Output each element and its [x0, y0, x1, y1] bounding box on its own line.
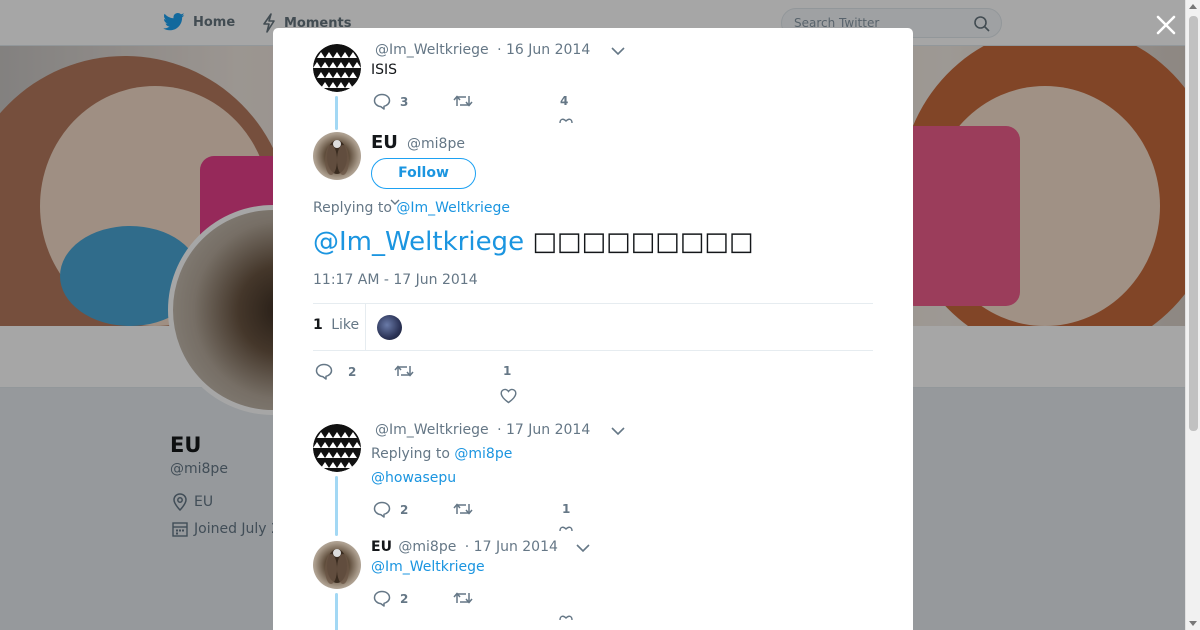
like-count: 4 — [560, 94, 569, 108]
like-icon[interactable] — [558, 612, 574, 620]
tweet-header: @Im_Weltkriege · 17 Jun 2014 — [375, 422, 590, 438]
like-count-label[interactable]: 1 — [503, 364, 511, 378]
pattern-avatar-image — [313, 44, 361, 92]
tweet-header: @Im_Weltkriege · 16 Jun 2014 — [375, 42, 590, 58]
reply-button[interactable]: 2 — [373, 501, 408, 518]
close-icon[interactable] — [1153, 12, 1179, 38]
tweet-text: ISIS — [371, 62, 398, 78]
retweet-icon — [453, 592, 473, 604]
replying-to: Replying to @mi8pe — [371, 446, 512, 462]
retweet-icon — [453, 95, 473, 107]
tweet-modal: @Im_Weltkriege · 16 Jun 2014 ISIS 3 4 EU… — [273, 28, 913, 630]
reply-count: 2 — [348, 364, 357, 379]
tweet-handle[interactable]: @Im_Weltkriege — [375, 42, 489, 58]
reply-button[interactable]: 3 — [373, 93, 408, 110]
replying-to: Replying to @Im_Weltkriege — [313, 200, 510, 216]
main-tweet-name[interactable]: EU — [371, 132, 398, 153]
replying-to-link[interactable]: @Im_Weltkriege — [396, 200, 510, 216]
tweet-text[interactable]: @howasepu — [371, 470, 456, 486]
reply-count: 2 — [400, 591, 409, 606]
tweet-handle[interactable]: @mi8pe — [398, 539, 456, 555]
likes-stat[interactable]: 1 Like — [313, 317, 359, 333]
reply-icon — [373, 590, 391, 607]
avatar[interactable] — [313, 44, 361, 92]
tweet-date[interactable]: · 16 Jun 2014 — [497, 42, 590, 58]
thread-line — [335, 476, 338, 536]
scroll-down-arrow[interactable] — [1189, 621, 1197, 626]
main-tweet-timestamp[interactable]: 11:17 AM - 17 Jun 2014 — [313, 272, 478, 288]
like-count: 1 — [503, 364, 512, 378]
reply-icon — [373, 501, 391, 518]
pattern-avatar-image — [313, 424, 361, 472]
reply-icon — [315, 363, 333, 380]
tweet-text[interactable]: @Im_Weltkriege — [371, 559, 485, 575]
avatar[interactable] — [313, 132, 361, 180]
tweet-handle[interactable]: @Im_Weltkriege — [375, 422, 489, 438]
tweet-date[interactable]: · 17 Jun 2014 — [497, 422, 590, 438]
replying-to-prefix: Replying to — [371, 446, 455, 462]
like-icon[interactable] — [558, 115, 574, 123]
main-tweet-mention[interactable]: @Im_Weltkriege — [313, 227, 524, 257]
tweet-name[interactable]: EU — [371, 539, 392, 555]
like-button[interactable]: 4 — [560, 94, 568, 108]
retweet-icon — [394, 365, 414, 377]
page-scrollbar[interactable] — [1185, 0, 1200, 630]
main-tweet-handle[interactable]: @mi8pe — [407, 136, 465, 152]
like-icon[interactable] — [500, 388, 517, 404]
avatar[interactable] — [313, 424, 361, 472]
like-icon[interactable] — [558, 523, 574, 531]
thread-line — [335, 96, 338, 130]
main-tweet-text: @Im_Weltkriege □□□□□□□□□ — [313, 226, 753, 258]
tweet-date[interactable]: · 17 Jun 2014 — [465, 539, 558, 555]
retweet-icon — [453, 503, 473, 515]
tweet-stats: 1 Like — [313, 303, 873, 351]
scroll-thumb[interactable] — [1189, 16, 1198, 431]
stats-divider — [365, 304, 366, 350]
cicada-avatar-image — [325, 549, 349, 584]
chevron-down-icon[interactable] — [576, 544, 590, 553]
retweet-button[interactable] — [453, 590, 473, 606]
liker-avatar[interactable] — [377, 315, 402, 340]
reply-count: 2 — [400, 502, 409, 517]
like-count: 1 — [562, 502, 571, 516]
retweet-button[interactable] — [453, 93, 473, 109]
main-tweet-body: □□□□□□□□□ — [524, 227, 754, 257]
chevron-down-icon[interactable] — [611, 427, 625, 436]
replying-to-prefix: Replying to — [313, 200, 397, 216]
like-button[interactable]: 1 — [562, 502, 570, 516]
follow-button[interactable]: Follow — [371, 158, 476, 189]
replying-to-link[interactable]: @mi8pe — [454, 446, 512, 462]
reply-icon — [373, 93, 391, 110]
reply-button[interactable]: 2 — [373, 590, 408, 607]
likes-count: 1 — [313, 317, 323, 333]
retweet-button[interactable] — [453, 501, 473, 517]
tweet-header: EU @mi8pe · 17 Jun 2014 — [371, 539, 558, 555]
likes-label: Like — [331, 317, 360, 333]
reply-button[interactable]: 2 — [315, 363, 356, 380]
thread-line — [335, 593, 338, 630]
main-tweet-author: EU @mi8pe — [371, 132, 465, 153]
retweet-button[interactable] — [394, 363, 414, 379]
chevron-down-icon[interactable] — [611, 47, 625, 56]
cicada-avatar-image — [325, 140, 349, 175]
reply-count: 3 — [400, 94, 409, 109]
avatar[interactable] — [313, 541, 361, 589]
scroll-up-arrow[interactable] — [1189, 4, 1197, 9]
